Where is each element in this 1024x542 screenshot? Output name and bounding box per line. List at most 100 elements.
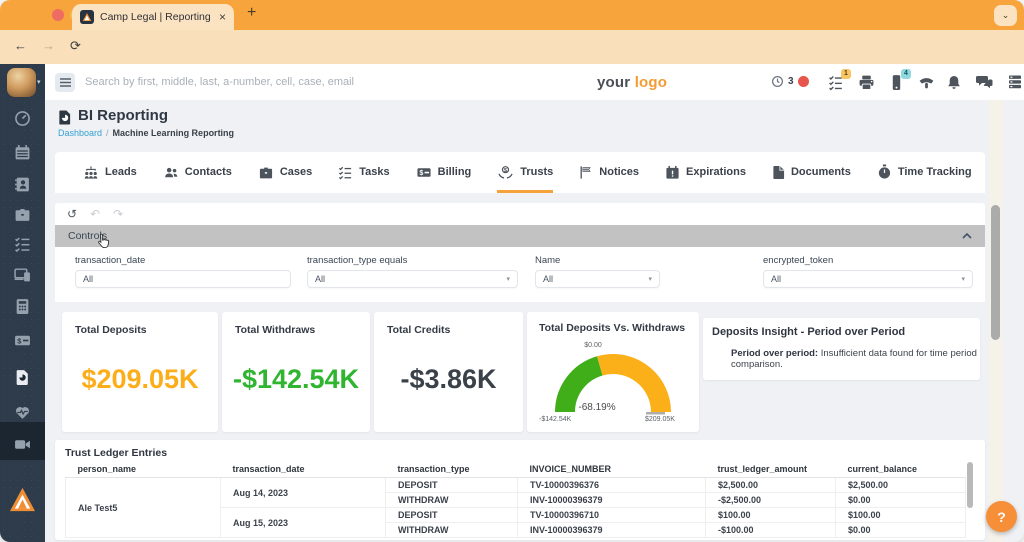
cell-type: WITHDRAW: [385, 522, 518, 538]
table-scrollbar[interactable]: [967, 462, 973, 508]
app-topbar: your logo 3 1: [45, 64, 1024, 100]
tab-time-tracking[interactable]: Time Tracking: [877, 152, 972, 193]
tab-billing[interactable]: $ Billing: [416, 152, 471, 193]
filter-transaction-date-input[interactable]: All: [75, 270, 291, 288]
bi-reporting-icon: [59, 110, 71, 125]
tab-contacts[interactable]: Contacts: [163, 152, 232, 193]
tab-leads[interactable]: Leads: [83, 152, 137, 193]
filter-name: Name All ▾: [535, 255, 660, 288]
tab-title: Camp Legal | Reporting Leads: [100, 11, 213, 23]
browser-tab[interactable]: Camp Legal | Reporting Leads ×: [72, 4, 234, 30]
app-logo: your logo: [597, 74, 668, 91]
timer-widget[interactable]: 3: [771, 75, 809, 88]
tab-tasks[interactable]: Tasks: [338, 152, 390, 193]
trusts-icon: $: [498, 165, 513, 179]
menu-button[interactable]: [55, 73, 75, 92]
sidebar-item-health[interactable]: [14, 404, 31, 421]
timer-clock-icon: [772, 76, 783, 87]
filter-name-select[interactable]: All ▾: [535, 270, 660, 288]
cell-invoice: INV-10000396379: [517, 522, 706, 538]
tab-search-chevron-icon[interactable]: ⌄: [994, 5, 1017, 26]
cell-amount: -$2,500.00: [705, 492, 836, 508]
reset-icon[interactable]: ↺: [67, 207, 77, 221]
traffic-close-button[interactable]: [52, 9, 64, 21]
insight-text: Period over period: Insufficient data fo…: [731, 348, 977, 370]
cell-date-group2: Aug 15, 2023: [220, 507, 386, 538]
tab-documents[interactable]: Documents: [772, 152, 851, 193]
page-scrollbar-thumb[interactable]: [991, 205, 1000, 340]
filter-encrypted-token: encrypted_token All ▾: [763, 255, 973, 288]
flag-icon: [580, 165, 592, 179]
briefcase-icon: [259, 167, 272, 178]
sidebar-item-calendar[interactable]: [14, 144, 31, 161]
gauge-title: Total Deposits Vs. Withdraws: [539, 322, 686, 334]
gauge-end-tick: [646, 412, 665, 415]
tab-close-icon[interactable]: ×: [219, 11, 226, 23]
filter-transaction-type: transaction_type equals All ▾: [307, 255, 518, 288]
filter-encrypted-token-select[interactable]: All ▾: [763, 270, 973, 288]
sidebar-item-bi-reporting[interactable]: [14, 369, 31, 386]
trust-ledger-card: Trust Ledger Entries person_name transac…: [55, 440, 985, 540]
cell-invoice: TV-10000396710: [517, 507, 706, 523]
cell-type: DEPOSIT: [385, 477, 518, 493]
gauge-center-value: -68.19%: [578, 402, 616, 413]
records-button[interactable]: [1007, 74, 1024, 91]
svg-text:$: $: [419, 170, 423, 177]
filter-transaction-date: transaction_date All: [75, 255, 291, 288]
bell-icon: [948, 76, 960, 89]
sidebar-item-tasks[interactable]: [14, 236, 31, 253]
global-search-input[interactable]: [85, 72, 515, 92]
tab-expirations[interactable]: Expirations: [665, 152, 746, 193]
svg-text:$: $: [504, 167, 508, 173]
user-avatar[interactable]: [7, 68, 36, 97]
col-transaction-date[interactable]: transaction_date: [220, 461, 386, 478]
filter-transaction-type-select[interactable]: All ▾: [307, 270, 518, 288]
page-scrollbar-track[interactable]: [989, 100, 1003, 542]
col-transaction-type[interactable]: transaction_type: [385, 461, 518, 478]
insight-title: Deposits Insight - Period over Period: [712, 326, 906, 338]
undo-icon[interactable]: ↶: [90, 207, 100, 221]
desk-phone-icon: [919, 78, 934, 89]
col-trust-ledger-amount[interactable]: trust_ledger_amount: [705, 461, 836, 478]
tasks-button[interactable]: 1: [828, 69, 851, 91]
breadcrumb-dashboard-link[interactable]: Dashboard: [58, 128, 102, 138]
forward-icon[interactable]: →: [42, 38, 55, 53]
phone-button[interactable]: [918, 74, 935, 91]
new-tab-button[interactable]: +: [247, 4, 256, 22]
sidebar-item-video[interactable]: [14, 436, 31, 453]
chat-button[interactable]: [975, 74, 993, 91]
controls-header[interactable]: Controls: [55, 225, 985, 247]
col-current-balance[interactable]: current_balance: [835, 461, 966, 478]
mobile-button[interactable]: 4: [888, 69, 911, 91]
help-button[interactable]: ?: [986, 501, 1017, 532]
collapse-chevron-icon[interactable]: [962, 233, 972, 239]
cell-amount: -$100.00: [705, 522, 836, 538]
table-title: Trust Ledger Entries: [65, 447, 168, 459]
cell-type: WITHDRAW: [385, 492, 518, 508]
hamburger-icon: [59, 78, 71, 87]
notifications-button[interactable]: [946, 74, 963, 91]
tab-notices[interactable]: Notices: [579, 152, 639, 193]
fax-button[interactable]: [858, 74, 875, 91]
report-toolbar: ↺ ↶ ↷: [55, 203, 985, 225]
redo-icon[interactable]: ↷: [113, 207, 123, 221]
timer-record-dot[interactable]: [797, 76, 809, 87]
col-person-name[interactable]: person_name: [65, 461, 221, 478]
sidebar-item-devices[interactable]: [14, 266, 31, 283]
cell-amount: $100.00: [705, 507, 836, 523]
avatar-caret-icon[interactable]: ▾: [37, 78, 41, 86]
sidebar-item-dashboard[interactable]: [14, 110, 31, 127]
reload-icon[interactable]: ⟳: [70, 38, 81, 54]
table-row[interactable]: Ale Test5 Aug 14, 2023 DEPOSIT TV-100003…: [65, 477, 966, 538]
tab-trusts[interactable]: $ Trusts: [497, 152, 554, 193]
sidebar-item-cases[interactable]: [14, 206, 31, 223]
tasks-badge: 1: [841, 69, 851, 79]
back-icon[interactable]: ←: [14, 38, 27, 53]
sidebar-item-contacts[interactable]: [14, 176, 31, 193]
kpi-total-credits: Total Credits -$3.86K: [374, 312, 523, 432]
tab-cases[interactable]: Cases: [258, 152, 312, 193]
sidebar-item-calculator[interactable]: [14, 298, 31, 315]
sidebar-item-billing[interactable]: $: [14, 332, 31, 349]
contacts-icon: [164, 167, 178, 177]
col-invoice-number[interactable]: INVOICE_NUMBER: [517, 461, 706, 478]
